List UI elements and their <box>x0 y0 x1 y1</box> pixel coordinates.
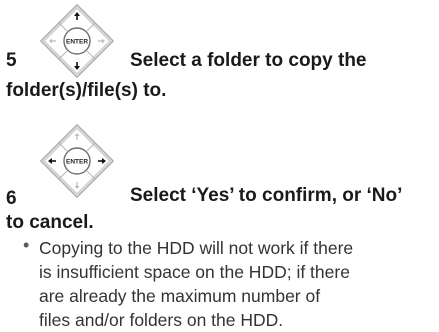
note-line: are already the maximum number of <box>39 286 321 306</box>
step-5-number: 5 <box>6 50 17 71</box>
note-text: Copying to the HDD will not work if ther… <box>39 236 439 332</box>
step-6-number: 6 <box>6 188 17 209</box>
enter-button-label: ENTER <box>66 159 88 166</box>
note-line: Copying to the HDD will not work if ther… <box>39 238 354 258</box>
note-line: is insufficient space on the HDD; if the… <box>39 262 350 282</box>
bullet-icon: • <box>23 235 30 255</box>
step-6-title-line1: Select ‘Yes’ to confirm, or ‘No’ <box>130 185 403 206</box>
step-6-title-line2: to cancel. <box>6 212 94 233</box>
note-line: files and/or folders on the HDD. <box>39 310 284 330</box>
enter-button-label: ENTER <box>66 39 88 46</box>
step-5-title-line1: Select a folder to copy the <box>130 50 367 71</box>
remote-dpad-up-down-icon: ENTER <box>40 4 114 78</box>
remote-dpad-left-right-icon: ENTER <box>40 124 114 198</box>
step-5-title-line2: folder(s)/file(s) to. <box>6 80 167 101</box>
